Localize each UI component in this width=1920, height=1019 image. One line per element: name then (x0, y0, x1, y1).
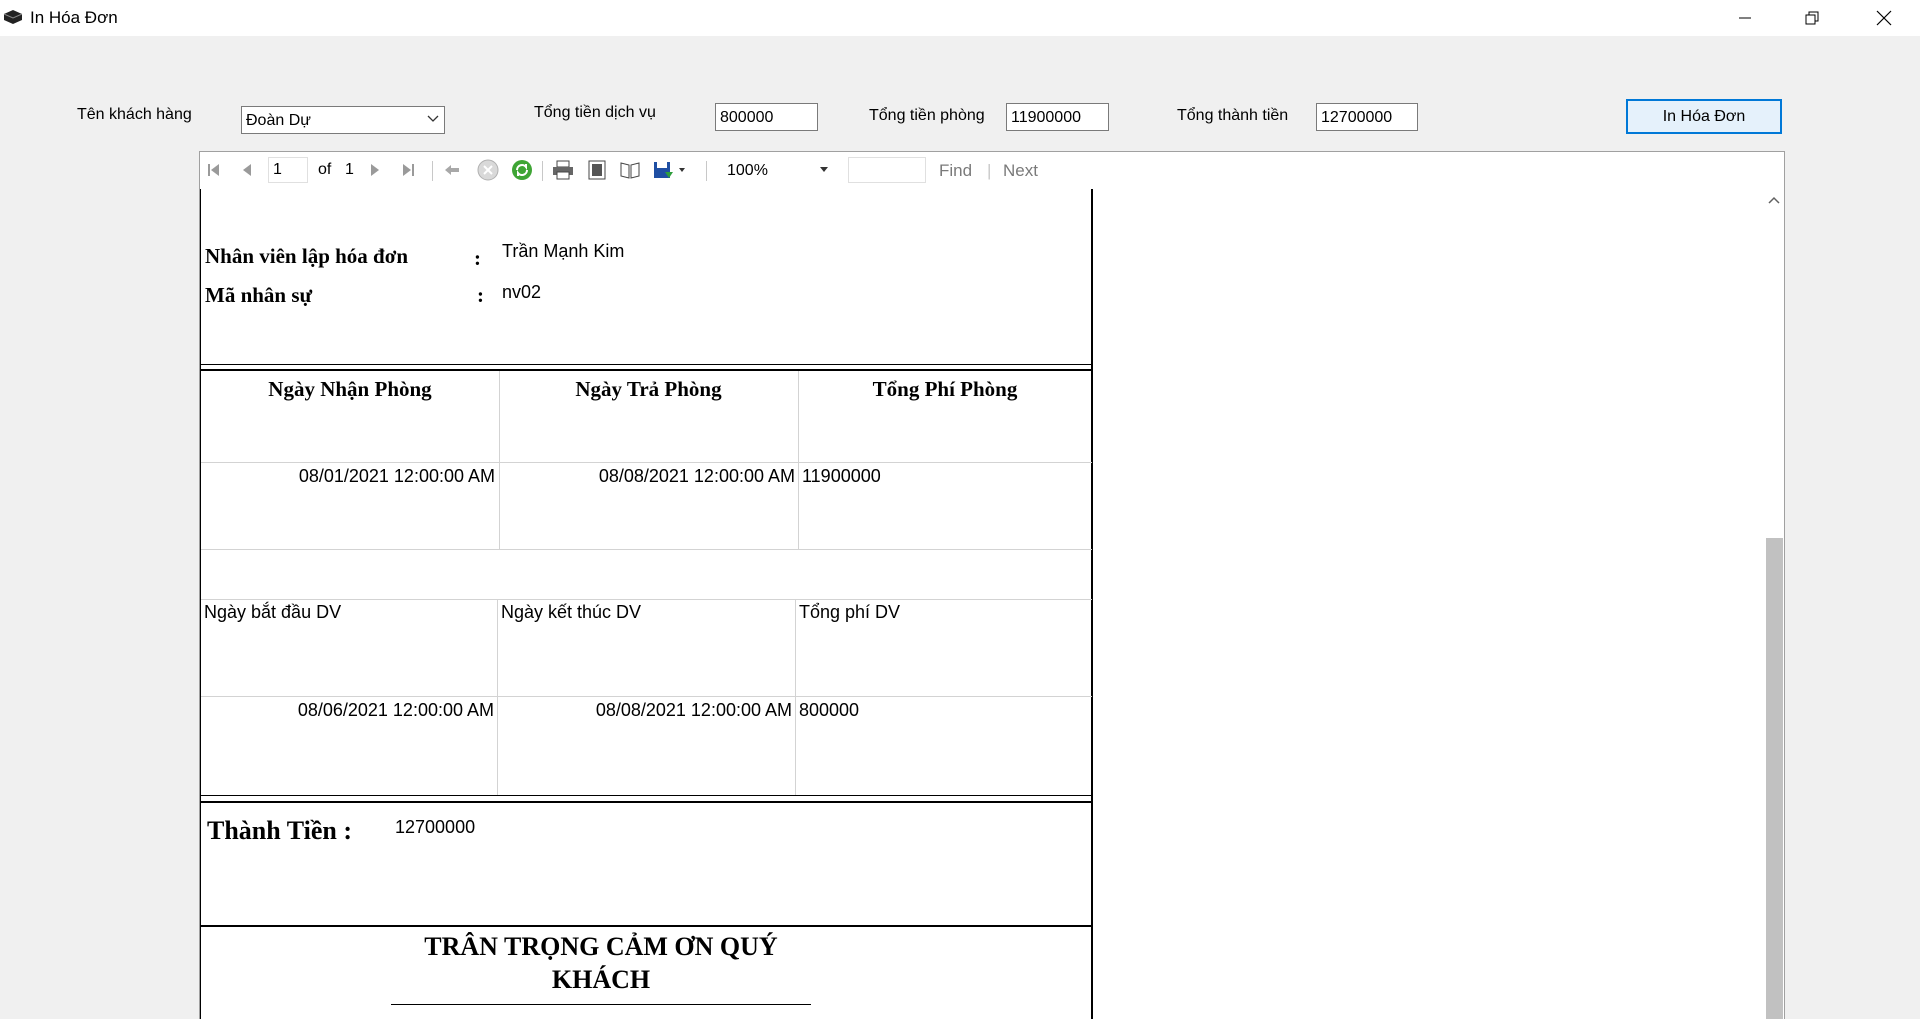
customer-label: Tên khách hàng (77, 106, 192, 123)
page-setup-icon (620, 162, 640, 179)
total-label: Thành Tiền : (207, 816, 353, 845)
customer-value: Đoàn Dự (246, 112, 311, 129)
service-fee-cell: 800000 (799, 700, 860, 720)
next-page-button[interactable] (368, 159, 382, 181)
service-header-fee: Tổng phí DV (799, 602, 901, 622)
room-total-input[interactable]: 11900000 (1006, 103, 1109, 131)
print-layout-icon (588, 160, 606, 180)
next-page-icon (371, 164, 379, 176)
employee-colon: : (474, 246, 481, 270)
divider (201, 369, 1092, 371)
divider (201, 925, 1092, 927)
toolbar-separator (432, 161, 433, 181)
grid-line (497, 599, 498, 795)
first-page-icon (208, 164, 219, 176)
stop-icon (477, 159, 499, 181)
find-text-input[interactable] (848, 157, 926, 183)
room-checkout-cell: 08/08/2021 12:00:00 AM (598, 466, 795, 486)
grand-total-label: Tổng thành tiền (1177, 107, 1289, 124)
employee-label: Nhân viên lập hóa đơn (205, 244, 409, 268)
find-link[interactable]: Find (939, 161, 972, 181)
staff-id-label: Mã nhân sự (205, 283, 313, 307)
toolbar-separator (706, 161, 707, 181)
staff-id-colon: : (477, 283, 484, 307)
room-header-checkin: Ngày Nhận Phòng (268, 377, 432, 401)
employee-value: Trần Mạnh Kim (502, 241, 625, 261)
last-page-button[interactable] (400, 159, 416, 181)
service-header-start: Ngày bắt đầu DV (204, 602, 342, 622)
printer-app-icon (3, 10, 23, 24)
report-viewer: 1 of 1 100% Find | Next Nhân viên lập hó… (199, 151, 1785, 1019)
page-of-label: of (318, 161, 332, 178)
service-total-input[interactable]: 800000 (715, 103, 818, 131)
export-button[interactable] (653, 159, 687, 181)
stop-button[interactable] (477, 159, 499, 181)
minimize-button[interactable] (1716, 0, 1774, 36)
grid-line (201, 696, 1092, 697)
print-invoice-button[interactable]: In Hóa Đơn (1626, 99, 1782, 134)
room-total-label: Tổng tiền phòng (869, 107, 985, 124)
next-link[interactable]: Next (1003, 161, 1038, 181)
zoom-dropdown[interactable]: 100% (721, 157, 835, 183)
service-header-end: Ngày kết thúc DV (501, 602, 642, 622)
thanks-line-1: TRÂN TRỌNG CẢM ƠN QUÝ (424, 932, 778, 961)
divider (201, 801, 1092, 803)
print-layout-button[interactable] (586, 159, 608, 181)
room-header-fee: Tổng Phí Phòng (872, 377, 1018, 401)
print-button[interactable] (552, 159, 574, 181)
service-end-cell: 08/08/2021 12:00:00 AM (595, 700, 792, 720)
divider (201, 795, 1092, 796)
grid-line (201, 462, 1092, 463)
divider (201, 364, 1092, 365)
restore-button[interactable] (1783, 0, 1841, 36)
back-arrow-icon (445, 165, 459, 175)
report-page: Nhân viên lập hóa đơn : Trần Mạnh Kim Mã… (200, 189, 1093, 1019)
chevron-down-icon (427, 115, 439, 122)
total-value: 12700000 (395, 817, 476, 837)
close-icon (1876, 10, 1892, 26)
scroll-up-icon[interactable] (1767, 195, 1781, 205)
room-checkin-cell: 08/01/2021 12:00:00 AM (298, 466, 495, 486)
customer-combobox[interactable]: Đoàn Dự (241, 106, 445, 134)
staff-id-value: nv02 (502, 282, 542, 302)
scrollbar-thumb[interactable] (1766, 538, 1783, 1019)
grand-total-input[interactable]: 12700000 (1316, 103, 1418, 131)
caret-down-icon (820, 167, 828, 172)
grid-line (201, 599, 1092, 600)
previous-page-button[interactable] (240, 159, 254, 181)
current-page-input[interactable]: 1 (268, 157, 308, 183)
grid-line (795, 599, 796, 795)
refresh-button[interactable] (511, 159, 533, 181)
grid-line (201, 549, 1092, 550)
page-total: 1 (345, 161, 354, 178)
room-header-checkout: Ngày Trả Phòng (575, 377, 722, 401)
page-setup-button[interactable] (619, 159, 641, 181)
service-total-label: Tổng tiền dịch vụ (534, 104, 656, 121)
room-fee-cell: 11900000 (802, 466, 881, 486)
last-page-icon (403, 164, 414, 176)
service-start-cell: 08/06/2021 12:00:00 AM (297, 700, 494, 720)
back-button[interactable] (444, 159, 460, 181)
printer-icon (553, 160, 573, 180)
minimize-icon (1739, 17, 1751, 19)
window-title: In Hóa Đơn (30, 8, 118, 27)
refresh-icon (512, 160, 532, 180)
signature-line (391, 1004, 811, 1005)
restore-icon (1805, 11, 1819, 25)
vertical-scrollbar[interactable] (1763, 189, 1784, 1019)
thanks-line-2: KHÁCH (551, 965, 651, 994)
close-button[interactable] (1855, 0, 1913, 36)
report-toolbar: 1 of 1 100% Find | Next (200, 152, 1784, 188)
previous-page-icon (243, 164, 251, 176)
toolbar-separator (542, 161, 543, 181)
zoom-value: 100% (727, 162, 768, 179)
find-next-separator: | (987, 161, 992, 180)
first-page-button[interactable] (206, 159, 222, 181)
title-bar: In Hóa Đơn (0, 0, 1920, 36)
save-export-icon (654, 162, 685, 178)
